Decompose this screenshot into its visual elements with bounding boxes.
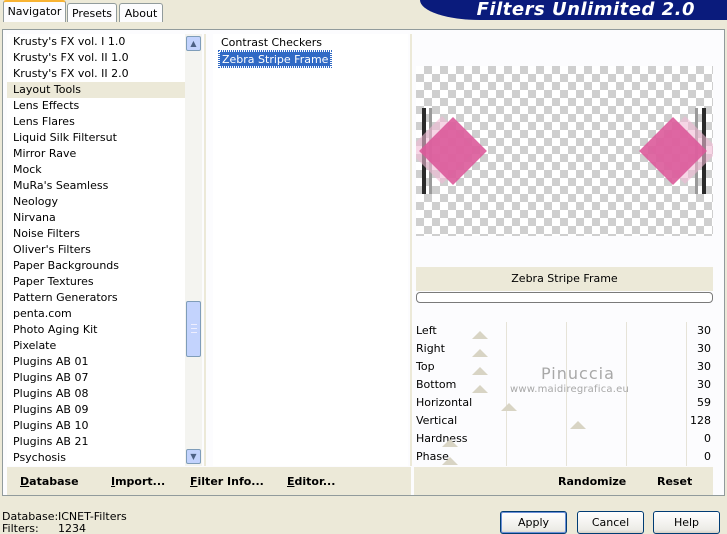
- tab-presets[interactable]: Presets: [67, 3, 117, 22]
- slider-thumb[interactable]: [472, 367, 488, 375]
- watermark-url: www.maidiregrafica.eu: [510, 384, 629, 395]
- category-scrollbar[interactable]: ▲ ▼: [185, 34, 202, 466]
- slider-value: 30: [697, 360, 711, 373]
- slider-thumb[interactable]: [472, 331, 488, 339]
- slider-value: 30: [697, 342, 711, 355]
- slider-value: 0: [704, 450, 711, 463]
- scroll-thumb[interactable]: [186, 301, 201, 357]
- slider-hardness[interactable]: Hardness 0: [416, 430, 713, 448]
- scroll-up-button[interactable]: ▲: [186, 36, 201, 51]
- slider-horizontal[interactable]: Horizontal 59: [416, 394, 713, 412]
- watermark-title: Pinuccia: [541, 364, 615, 383]
- progress-bar: [416, 292, 713, 303]
- reset-button[interactable]: Reset: [657, 475, 692, 488]
- slider-thumb[interactable]: [442, 439, 458, 447]
- category-item[interactable]: Krusty's FX vol. II 1.0: [7, 50, 185, 66]
- category-item[interactable]: Plugins AB 10: [7, 418, 185, 434]
- slider-thumb[interactable]: [472, 385, 488, 393]
- slider-left[interactable]: Left 30: [416, 322, 713, 340]
- help-button[interactable]: Help: [653, 511, 720, 534]
- status-filters-label: Filters:: [2, 522, 39, 534]
- slider-thumb[interactable]: [501, 403, 517, 411]
- category-item[interactable]: Lens Effects: [7, 98, 185, 114]
- slider-phase[interactable]: Phase 0: [416, 448, 713, 466]
- slider-value: 0: [704, 432, 711, 445]
- slider-right[interactable]: Right 30: [416, 340, 713, 358]
- slider-label: Top: [416, 360, 435, 373]
- status-filters-value: 1234: [58, 522, 86, 534]
- app-banner: Filters Unlimited 2.0: [420, 0, 727, 20]
- category-list[interactable]: Krusty's FX vol. I 1.0 Krusty's FX vol. I…: [7, 34, 185, 466]
- slider-value: 30: [697, 324, 711, 337]
- category-item[interactable]: Mock: [7, 162, 185, 178]
- category-item[interactable]: Plugins AB 09: [7, 402, 185, 418]
- category-item[interactable]: Lens Flares: [7, 114, 185, 130]
- scroll-down-button[interactable]: ▼: [186, 449, 201, 464]
- category-item[interactable]: Layout Tools: [7, 82, 185, 98]
- category-item[interactable]: Plugins AB 21: [7, 434, 185, 450]
- cancel-button[interactable]: Cancel: [577, 511, 644, 534]
- import-button[interactable]: Import...: [111, 475, 165, 488]
- slider-vertical[interactable]: Vertical 128: [416, 412, 713, 430]
- slider-label: Bottom: [416, 378, 457, 391]
- category-item[interactable]: penta.com: [7, 306, 185, 322]
- app-title: Filters Unlimited 2.0: [476, 0, 695, 20]
- category-item[interactable]: Plugins AB 01: [7, 354, 185, 370]
- apply-button[interactable]: Apply: [500, 511, 567, 534]
- slider-label: Right: [416, 342, 445, 355]
- tab-navigator[interactable]: Navigator: [3, 0, 66, 22]
- category-item[interactable]: Plugins AB 07: [7, 370, 185, 386]
- divider: [204, 34, 206, 466]
- filter-item-contrast-checkers[interactable]: Contrast Checkers: [219, 35, 324, 51]
- category-item[interactable]: Krusty's FX vol. II 2.0: [7, 66, 185, 82]
- slider-thumb[interactable]: [442, 457, 458, 465]
- slider-value: 128: [690, 414, 711, 427]
- slider-thumb[interactable]: [472, 349, 488, 357]
- list-actions-bar: Database Import... Filter Info... Editor…: [7, 467, 411, 495]
- filter-name-label: Zebra Stripe Frame: [416, 267, 713, 291]
- category-item[interactable]: Krusty's FX vol. I 1.0: [7, 34, 185, 50]
- filter-item-zebra-stripe-frame[interactable]: Zebra Stripe Frame: [217, 50, 333, 68]
- slider-value: 59: [697, 396, 711, 409]
- editor-button[interactable]: Editor...: [287, 475, 335, 488]
- randomize-button[interactable]: Randomize: [558, 475, 626, 488]
- filter-list[interactable]: Contrast Checkers Zebra Stripe Frame: [213, 34, 408, 466]
- preview-image: [416, 66, 713, 236]
- category-item[interactable]: Oliver's Filters: [7, 242, 185, 258]
- category-item[interactable]: Pixelate: [7, 338, 185, 354]
- preview-actions-bar: Randomize Reset: [414, 467, 713, 495]
- slider-label: Left: [416, 324, 437, 337]
- category-item[interactable]: Neology: [7, 194, 185, 210]
- slider-label: Vertical: [416, 414, 458, 427]
- category-item[interactable]: Psychosis: [7, 450, 185, 466]
- category-item[interactable]: Paper Backgrounds: [7, 258, 185, 274]
- category-item[interactable]: Paper Textures: [7, 274, 185, 290]
- category-item[interactable]: Mirror Rave: [7, 146, 185, 162]
- category-item[interactable]: MuRa's Seamless: [7, 178, 185, 194]
- tab-about[interactable]: About: [119, 3, 163, 22]
- slider-value: 30: [697, 378, 711, 391]
- divider: [410, 34, 412, 466]
- category-item[interactable]: Noise Filters: [7, 226, 185, 242]
- category-item[interactable]: Pattern Generators: [7, 290, 185, 306]
- category-item[interactable]: Liquid Silk Filtersut: [7, 130, 185, 146]
- category-item[interactable]: Plugins AB 08: [7, 386, 185, 402]
- category-item[interactable]: Photo Aging Kit: [7, 322, 185, 338]
- filter-info-button[interactable]: Filter Info...: [190, 475, 264, 488]
- status-info: Database:ICNET-Filters Filters: 1234: [2, 511, 127, 534]
- category-item[interactable]: Nirvana: [7, 210, 185, 226]
- slider-label: Horizontal: [416, 396, 473, 409]
- database-button[interactable]: Database: [20, 475, 79, 488]
- slider-thumb[interactable]: [570, 421, 586, 429]
